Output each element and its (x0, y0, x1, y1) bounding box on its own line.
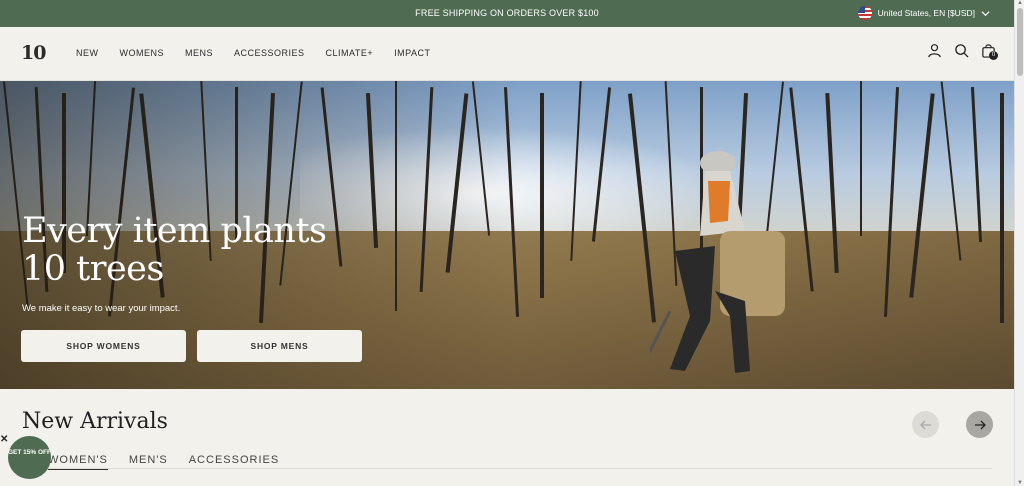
nav-item-new[interactable]: NEW (76, 48, 99, 58)
us-flag-icon (857, 6, 872, 20)
nav-item-mens[interactable]: MENS (185, 48, 213, 58)
arrow-right-icon (974, 420, 986, 429)
tree-trunk (860, 81, 862, 236)
chevron-down-icon (981, 10, 990, 16)
page: FREE SHIPPING ON ORDERS OVER $100 United… (0, 0, 1024, 486)
nav-item-accessories[interactable]: ACCESSORIES (234, 48, 305, 58)
shop-womens-button[interactable]: SHOP WOMENS (21, 330, 186, 362)
hero-subtitle: We make it easy to wear your impact. (22, 303, 181, 314)
search-icon[interactable] (954, 43, 969, 58)
hero-title: Every item plants 10 trees (22, 211, 327, 289)
tree-trunk (970, 87, 983, 242)
carousel-prev-button[interactable] (912, 411, 939, 438)
cart-button[interactable]: 0 (981, 43, 998, 60)
account-icon[interactable] (927, 43, 942, 58)
announcement-bar: FREE SHIPPING ON ORDERS OVER $100 United… (0, 0, 1014, 27)
discount-badge[interactable]: GET 15% OFF (8, 436, 51, 479)
main-nav: NEW WOMENS MENS ACCESSORIES CLIMATE+ IMP… (76, 48, 430, 58)
nav-item-womens[interactable]: WOMENS (120, 48, 165, 58)
nav-item-climate[interactable]: CLIMATE+ (326, 48, 374, 58)
locale-selector[interactable]: United States, EN [$USD] (857, 6, 990, 20)
cart-count: 0 (989, 51, 998, 60)
tabs-divider (22, 468, 992, 469)
shop-mens-button[interactable]: SHOP MENS (197, 330, 362, 362)
tree-trunk (540, 93, 544, 298)
scroll-down-icon[interactable]: ▼ (1017, 480, 1023, 486)
carousel-next-button[interactable] (966, 411, 993, 438)
scrollbar-thumb[interactable] (1017, 8, 1023, 76)
close-icon[interactable]: ✕ (0, 434, 8, 445)
new-arrivals-title: New Arrivals (22, 409, 168, 434)
locale-label: United States, EN [$USD] (877, 8, 975, 18)
hero-banner: Every item plants 10 trees We make it eas… (0, 81, 1014, 389)
scroll-up-icon[interactable]: ▲ (1017, 0, 1023, 6)
arrow-left-icon (919, 420, 931, 429)
header-icons: 0 (927, 43, 998, 60)
site-header: 10 NEW WOMENS MENS ACCESSORIES CLIMATE+ … (0, 27, 1014, 81)
tree-trunk (1000, 93, 1004, 323)
nav-item-impact[interactable]: IMPACT (394, 48, 430, 58)
tree-planter-figure (650, 151, 785, 373)
page-scrollbar[interactable]: ▲ ▼ (1014, 0, 1024, 486)
brand-logo[interactable]: 10 (21, 42, 46, 64)
